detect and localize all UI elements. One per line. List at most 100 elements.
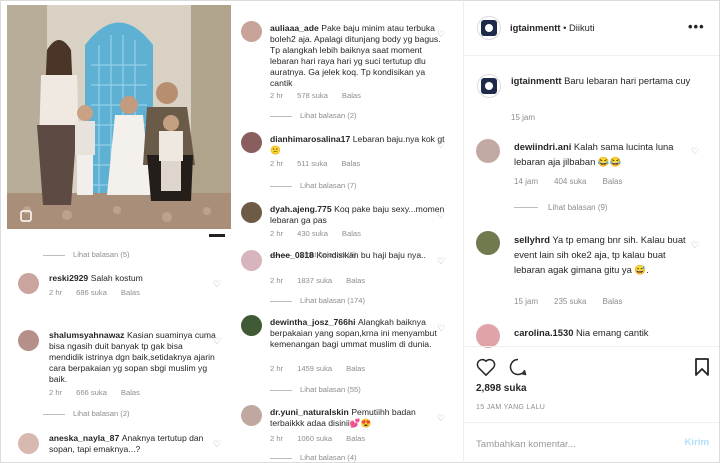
comment-username[interactable]: dr.yuni_naturalskin	[270, 407, 349, 417]
comment-meta: 15 jam 235 suka Balas	[514, 297, 639, 306]
avatar[interactable]	[18, 273, 39, 294]
comment-meta: 2 hr 1837 suka Balas	[270, 275, 379, 286]
reply-button[interactable]: Balas	[341, 159, 360, 168]
like-count[interactable]: 2,898 suka	[476, 383, 527, 394]
dot-separator: •	[560, 22, 570, 33]
reply-button[interactable]: Balas	[346, 434, 365, 443]
view-replies[interactable]: Lihat balasan (55)	[270, 385, 361, 394]
reply-button[interactable]: Balas	[121, 388, 140, 397]
like-comment-icon[interactable]: ♡	[437, 324, 446, 333]
comment-likes[interactable]: 430 suka	[297, 229, 328, 238]
heart-icon[interactable]	[476, 358, 496, 376]
avatar[interactable]	[241, 315, 262, 336]
avatar[interactable]	[241, 21, 262, 42]
comment-likes[interactable]: 666 suka	[76, 388, 107, 397]
caption-username[interactable]: igtainmentt	[511, 75, 562, 86]
caption-text: Baru lebaran hari pertama cuy	[564, 75, 691, 86]
comment-meta: 14 jam 404 suka Balas	[514, 177, 639, 186]
following-button[interactable]: Diikuti	[569, 22, 595, 33]
comment-username[interactable]: shalumsyahnawaz	[49, 330, 124, 340]
like-comment-icon[interactable]: ♡	[437, 257, 446, 266]
like-comment-icon[interactable]: ♡	[213, 337, 222, 346]
post-header: igtainmentt • Diikuti •••	[464, 1, 719, 56]
like-comment-icon[interactable]: ♡	[691, 241, 700, 250]
comment-body: dr.yuni_naturalskin Pemutiihh badan terb…	[270, 407, 448, 429]
comment-item: sellyhrd Ya tp emang bnr sih. Kalau buat…	[514, 232, 689, 277]
family-photo-illustration	[7, 5, 231, 229]
avatar[interactable]	[18, 433, 39, 454]
like-comment-icon[interactable]: ♡	[437, 30, 446, 39]
view-replies[interactable]: Lihat balasan (4)	[270, 453, 357, 462]
reply-button[interactable]: Balas	[346, 276, 365, 285]
comment-username[interactable]: dianhimarosalina17	[270, 134, 350, 144]
comment-likes[interactable]: 235 suka	[554, 297, 586, 306]
avatar[interactable]	[241, 405, 262, 426]
view-replies[interactable]: Lihat balasan (9)	[514, 203, 608, 212]
comment-time: 2 hr	[270, 276, 284, 285]
view-replies[interactable]: Lihat balasan (5)	[43, 250, 130, 259]
comment-meta: 2 hr 430 suka Balas	[270, 228, 375, 239]
comment-input[interactable]	[476, 436, 666, 452]
account-avatar[interactable]	[477, 16, 501, 40]
comment-likes[interactable]: 578 suka	[297, 91, 328, 100]
avatar[interactable]	[476, 324, 500, 348]
avatar[interactable]	[241, 250, 262, 271]
reply-button[interactable]: Balas	[342, 91, 361, 100]
caption-time: 15 jam	[511, 113, 536, 122]
comment-likes[interactable]: 404 suka	[554, 177, 586, 186]
view-replies[interactable]: Lihat balasan (2)	[43, 409, 130, 418]
post-photo	[7, 5, 231, 229]
avatar[interactable]	[241, 202, 262, 223]
comment-text: Kondisikan bu haji baju nya..	[316, 250, 426, 260]
avatar[interactable]	[18, 330, 39, 351]
avatar[interactable]	[476, 231, 500, 255]
comment-bar: Kirim	[464, 422, 719, 462]
avatar[interactable]	[476, 139, 500, 163]
bookmark-icon[interactable]	[694, 357, 710, 377]
view-replies[interactable]: Lihat balasan (2)	[270, 111, 357, 120]
view-replies[interactable]: Lihat balasan (7)	[270, 181, 357, 190]
reply-button[interactable]: Balas	[346, 364, 365, 373]
post-caption: igtainmentt Baru lebaran hari pertama cu…	[511, 73, 691, 88]
more-icon[interactable]: •••	[688, 19, 705, 34]
comment-username[interactable]: carolina.1530	[514, 327, 573, 338]
send-button[interactable]: Kirim	[684, 437, 709, 448]
comment-body: dianhimarosalina17 Lebaran baju.nya kok …	[270, 134, 448, 156]
comment-likes[interactable]: 511 suka	[297, 159, 327, 168]
author-username[interactable]: igtainmentt	[510, 22, 561, 33]
like-comment-icon[interactable]: ♡	[213, 440, 222, 449]
account-avatar[interactable]	[477, 74, 501, 98]
comment-likes[interactable]: 1837 suka	[297, 276, 332, 285]
comment-username[interactable]: auliaaa_ade	[270, 23, 319, 33]
comment-body: auliaaa_ade Pake baju minim atau terbuka…	[270, 23, 448, 89]
comment-username[interactable]: dewiindri.ani	[514, 141, 571, 152]
reply-button[interactable]: Balas	[342, 229, 361, 238]
like-comment-icon[interactable]: ♡	[691, 147, 700, 156]
left-post-panel: auliaaa_ade Pake baju minim atau terbuka…	[0, 0, 464, 463]
reply-button[interactable]: Balas	[602, 177, 622, 186]
like-comment-icon[interactable]: ♡	[437, 414, 446, 423]
comment-meta: 2 hr 511 suka Balas	[270, 158, 374, 169]
comment-username[interactable]: sellyhrd	[514, 234, 550, 245]
comment-time: 2 hr	[270, 434, 284, 443]
like-comment-icon[interactable]: ♡	[437, 141, 446, 150]
like-comment-icon[interactable]: ♡	[437, 211, 446, 220]
comment-username[interactable]: dyah.ajeng.775	[270, 204, 332, 214]
comment-icon[interactable]	[508, 357, 528, 377]
view-replies[interactable]: Lihat balasan (174)	[270, 296, 365, 305]
comment-text: Salah kostum	[90, 273, 143, 283]
comment-username[interactable]: dhee_0818	[270, 250, 314, 260]
reply-button[interactable]: Balas	[602, 297, 622, 306]
comment-username[interactable]: aneska_nayla_87	[49, 433, 119, 443]
comment-meta: 2 hr 666 suka Balas	[49, 387, 154, 398]
comment-likes[interactable]: 686 suka	[76, 288, 107, 297]
avatar[interactable]	[241, 132, 262, 153]
comment-likes[interactable]: 1459 suka	[297, 364, 332, 373]
comment-likes[interactable]: 1060 suka	[297, 434, 332, 443]
reply-button[interactable]: Balas	[121, 288, 140, 297]
comment-time: 2 hr	[270, 159, 284, 168]
comment-username[interactable]: dewintha_josz_766hi	[270, 317, 356, 327]
comment-username[interactable]: reski2929	[49, 273, 88, 283]
like-comment-icon[interactable]: ♡	[213, 280, 222, 289]
comment-item: dewiindri.ani Kalah sama lucinta luna le…	[514, 139, 694, 169]
